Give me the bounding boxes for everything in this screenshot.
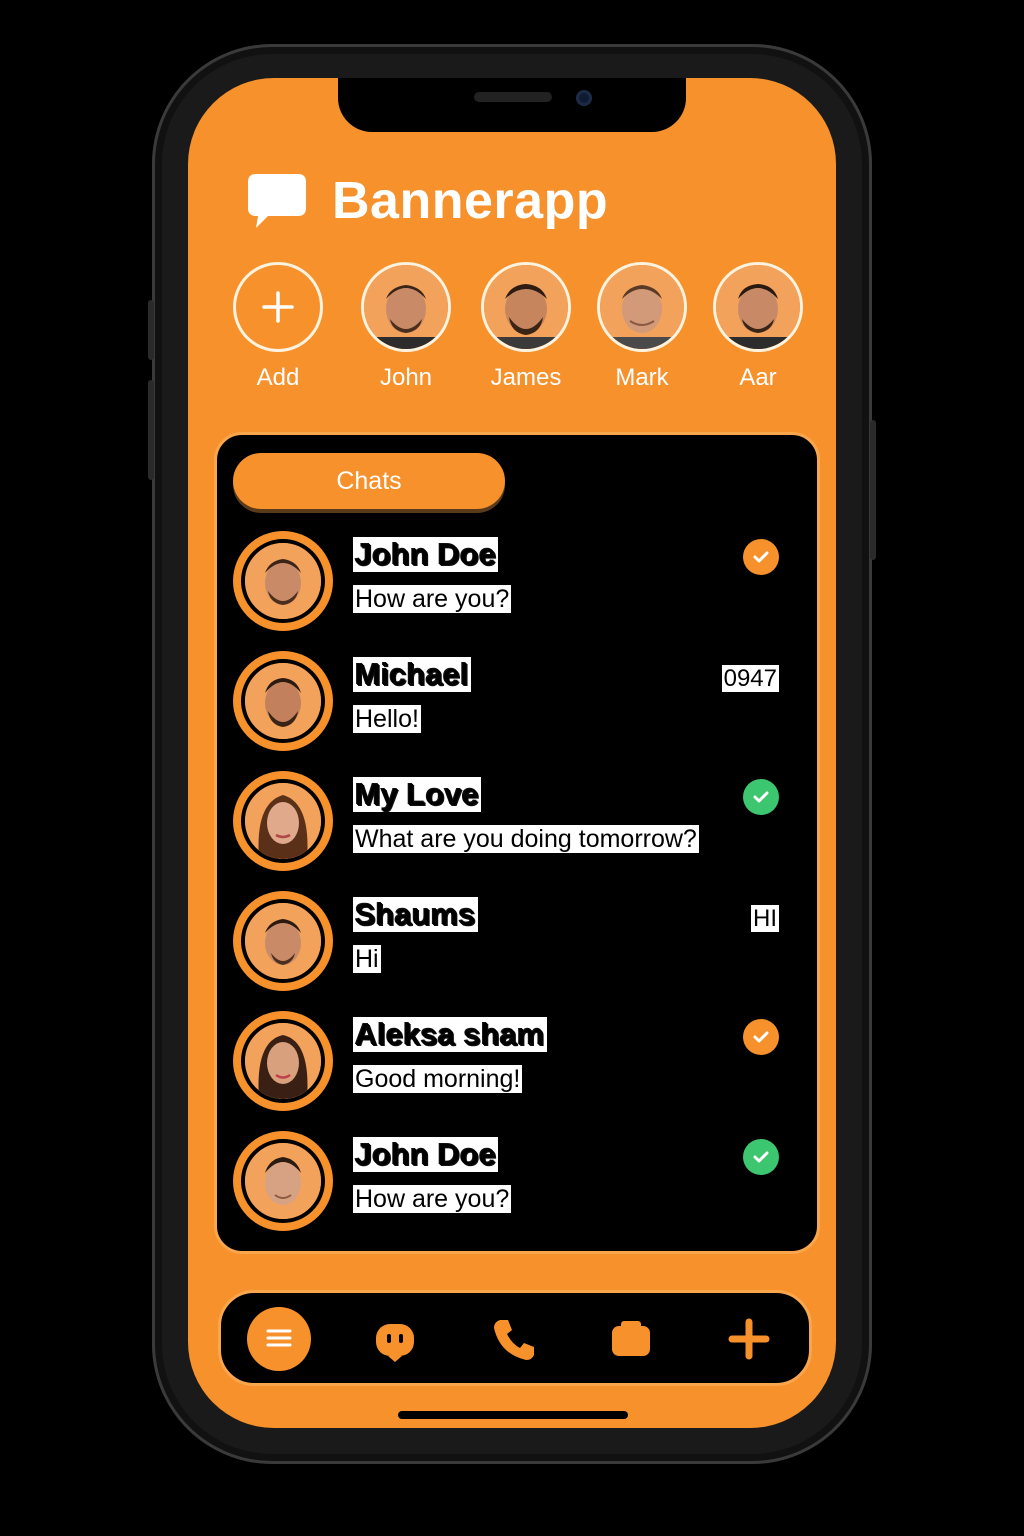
volume-down-button — [148, 380, 154, 480]
phone-icon — [494, 1320, 534, 1360]
avatar-photo — [245, 783, 321, 859]
story-label: Aar — [739, 364, 777, 391]
story-add[interactable]: Add — [228, 262, 328, 392]
chats-panel: Chats John Doe How are you? Michael Hell… — [214, 432, 820, 1254]
avatar[interactable] — [713, 262, 803, 352]
check-orange-icon — [743, 539, 779, 575]
chat-message: Hello! — [353, 705, 421, 733]
story-aar[interactable]: Aar — [708, 262, 808, 392]
phone-screen: Bannerapp Add John James Mark Aar Chats … — [188, 78, 836, 1428]
story-label: John — [379, 364, 433, 391]
chat-message: How are you? — [353, 1185, 512, 1213]
story-james[interactable]: James — [476, 262, 576, 392]
nav-camera[interactable] — [599, 1307, 663, 1371]
chat-row[interactable]: John Doe How are you? — [233, 1131, 803, 1241]
avatar[interactable] — [233, 891, 333, 991]
avatar[interactable] — [597, 262, 687, 352]
avatar[interactable] — [233, 771, 333, 871]
nav-chats[interactable] — [247, 1307, 311, 1371]
chat-row[interactable]: My Love What are you doing tomorrow? — [233, 771, 803, 881]
chat-name: Aleksa sham — [353, 1017, 547, 1052]
avatar-photo — [245, 1143, 321, 1219]
plus-icon — [728, 1318, 770, 1360]
avatar[interactable] — [233, 651, 333, 751]
avatar-photo — [716, 265, 800, 349]
story-label: Mark — [615, 364, 669, 391]
chat-name: My Love — [353, 777, 482, 812]
chat-list-icon — [253, 1313, 305, 1367]
chat-row[interactable]: Shaums Hi HI — [233, 891, 803, 1001]
avatar-photo — [484, 265, 568, 349]
chat-row[interactable]: Michael Hello! 0947 — [233, 651, 803, 761]
avatar-photo — [245, 543, 321, 619]
nav-calls[interactable] — [483, 1307, 547, 1371]
chat-message: What are you doing tomorrow? — [353, 825, 699, 853]
speaker — [474, 92, 552, 102]
nav-add[interactable] — [717, 1307, 781, 1371]
bottom-navigation — [218, 1290, 812, 1386]
avatar-photo — [600, 265, 684, 349]
tab-chats[interactable]: Chats — [233, 453, 505, 509]
story-john[interactable]: John — [356, 262, 456, 392]
avatar[interactable] — [481, 262, 571, 352]
stage: Bannerapp Add John James Mark Aar Chats … — [0, 0, 1024, 1536]
nav-bot[interactable] — [363, 1307, 427, 1371]
chat-name: Michael — [353, 657, 471, 692]
chat-bubble-logo-icon — [248, 174, 306, 228]
check-green-icon — [743, 1139, 779, 1175]
home-indicator[interactable] — [398, 1411, 628, 1419]
avatar[interactable] — [361, 262, 451, 352]
front-camera — [576, 90, 592, 106]
avatar[interactable] — [233, 531, 333, 631]
avatar-photo — [245, 903, 321, 979]
bot-icon — [376, 1324, 414, 1362]
chat-message: Good morning! — [353, 1065, 523, 1093]
chat-message: How are you? — [353, 585, 512, 613]
avatar[interactable] — [233, 1131, 333, 1231]
story-label: Add — [256, 364, 300, 391]
avatar-photo — [364, 265, 448, 349]
plus-icon — [262, 291, 294, 323]
chat-time: 0947 — [721, 665, 779, 692]
chat-name: Shaums — [353, 897, 478, 932]
camera-icon — [612, 1321, 650, 1356]
story-mark[interactable]: Mark — [592, 262, 692, 392]
check-green-icon — [743, 779, 779, 815]
power-button — [870, 420, 876, 560]
chat-row[interactable]: Aleksa sham Good morning! — [233, 1011, 803, 1121]
add-story-button[interactable] — [233, 262, 323, 352]
avatar-photo — [245, 1023, 321, 1099]
avatar[interactable] — [233, 1011, 333, 1111]
notch — [338, 78, 686, 132]
story-label: James — [490, 364, 562, 391]
chat-row[interactable]: John Doe How are you? — [233, 531, 803, 641]
stories-row: Add John James Mark Aar — [228, 262, 818, 392]
chat-name: John Doe — [353, 537, 499, 572]
volume-up-button — [148, 300, 154, 360]
app-title: Bannerapp — [332, 172, 609, 230]
avatar-photo — [245, 663, 321, 739]
chat-name: John Doe — [353, 1137, 499, 1172]
app-header: Bannerapp — [244, 166, 608, 236]
chat-message: Hi — [353, 945, 381, 973]
chat-status-text: HI — [751, 905, 779, 932]
check-orange-icon — [743, 1019, 779, 1055]
